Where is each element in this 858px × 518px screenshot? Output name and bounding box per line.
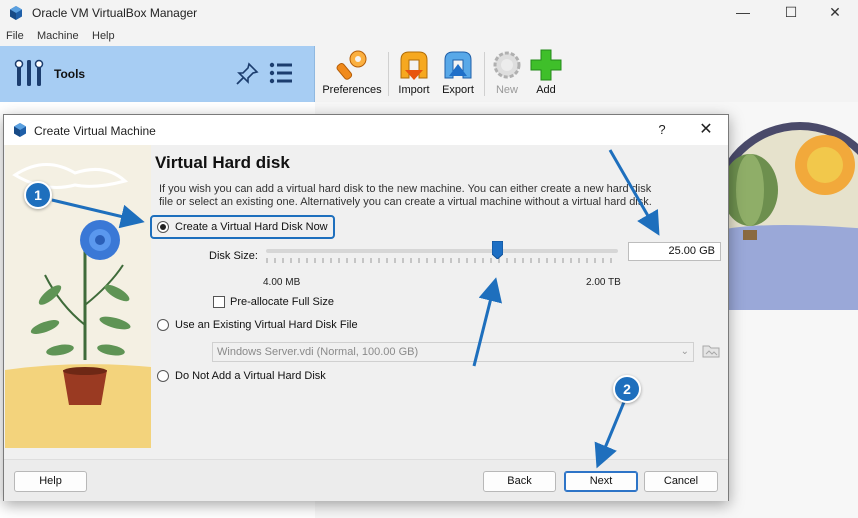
minimize-button[interactable]: — [720,0,766,26]
create-vm-dialog: Create Virtual Machine ? ✕ Virtual Hard … [3,114,729,501]
disk-size-slider-track[interactable] [266,249,618,253]
menu-machine[interactable]: Machine [37,30,79,42]
step-badge-1: 1 [24,181,52,209]
dialog-close-button[interactable]: ✕ [694,118,718,142]
export-label: Export [442,84,474,96]
welcome-balloon-illustration [712,122,858,310]
dialog-title: Create Virtual Machine [34,124,156,138]
preferences-icon [336,50,367,80]
tools-icon [14,59,44,86]
main-titlebar: Oracle VM VirtualBox Manager — ☐ ✕ [0,0,858,26]
radio-create-disk[interactable]: Create a Virtual Hard Disk Now [157,221,328,233]
radio-button[interactable] [157,370,169,382]
radio-existing-disk[interactable]: Use an Existing Virtual Hard Disk File [157,319,358,331]
pin-icon[interactable] [235,62,259,86]
export-button[interactable]: Export [439,48,477,100]
disk-size-label: Disk Size: [209,250,258,262]
back-button[interactable]: Back [483,471,556,492]
virtualbox-logo-icon [10,6,22,20]
radio-button[interactable] [157,319,169,331]
import-button[interactable]: Import [395,48,433,100]
maximize-button[interactable]: ☐ [768,0,814,26]
tools-item[interactable]: Tools [0,46,315,102]
radio-existing-disk-label: Use an Existing Virtual Hard Disk File [175,319,358,331]
radio-create-disk-label: Create a Virtual Hard Disk Now [175,221,328,233]
existing-disk-value: Windows Server.vdi (Normal, 100.00 GB) [217,346,419,358]
virtualbox-logo-icon [14,123,26,137]
slider-min-label: 4.00 MB [263,277,301,288]
preallocate-checkbox[interactable] [213,296,225,308]
window-title: Oracle VM VirtualBox Manager [32,6,198,20]
toolbar-separator [484,52,485,96]
existing-disk-combobox[interactable]: Windows Server.vdi (Normal, 100.00 GB) ⌄ [212,342,694,362]
export-icon [444,51,472,79]
step-badge-2: 2 [613,375,641,403]
new-button[interactable]: New [489,48,525,100]
menu-help[interactable]: Help [92,30,115,42]
tools-label: Tools [54,67,86,81]
next-button[interactable]: Next [564,471,638,492]
chevron-down-icon: ⌄ [680,346,689,357]
slider-ticks [266,258,612,263]
add-button[interactable]: Add [529,48,563,100]
new-gear-icon [493,51,521,79]
radio-no-disk[interactable]: Do Not Add a Virtual Hard Disk [157,370,326,382]
add-label: Add [536,84,556,96]
page-title: Virtual Hard disk [155,153,290,172]
import-label: Import [398,84,430,96]
disk-size-input[interactable]: 25.00 GB [628,242,721,261]
slider-max-label: 2.00 TB [586,277,621,288]
preferences-label: Preferences [322,84,382,96]
dialog-footer: Help Back Next Cancel [4,459,728,501]
list-menu-icon[interactable] [268,60,294,86]
page-description: If you wish you can add a virtual hard d… [159,183,652,208]
menu-file[interactable]: File [6,30,24,42]
main-toolbar: Preferences Import Export New Add [315,46,858,102]
preallocate-checkbox-row[interactable]: Pre-allocate Full Size [213,296,334,308]
toolbar-separator [388,52,389,96]
dialog-help-button[interactable]: ? [652,120,672,140]
close-window-button[interactable]: ✕ [812,0,858,26]
choose-disk-folder-icon[interactable] [701,341,721,361]
dialog-titlebar: Create Virtual Machine ? ✕ [4,115,728,145]
radio-no-disk-label: Do Not Add a Virtual Hard Disk [175,370,326,382]
disk-size-slider-handle[interactable] [492,241,503,259]
preferences-button[interactable]: Preferences [319,48,385,100]
add-plus-icon [530,49,562,81]
preallocate-label: Pre-allocate Full Size [230,296,334,308]
menu-bar: File Machine Help [0,28,858,46]
new-label: New [495,84,518,96]
cancel-button[interactable]: Cancel [644,471,718,492]
radio-button[interactable] [157,221,169,233]
help-button[interactable]: Help [14,471,87,492]
import-icon [400,51,428,80]
